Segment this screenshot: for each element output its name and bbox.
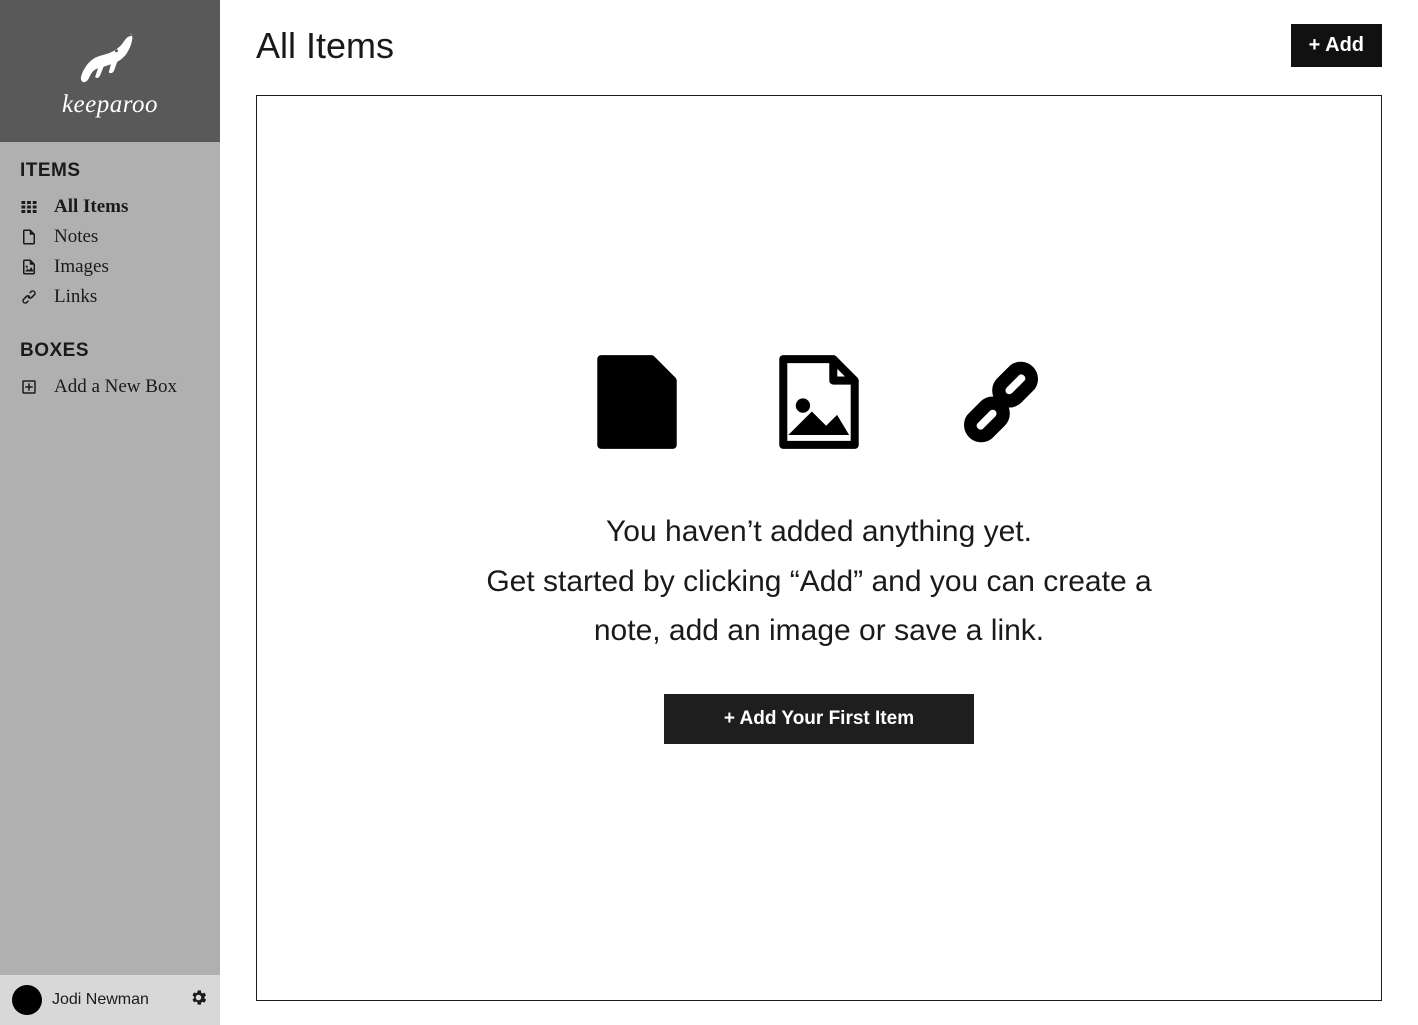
page-title: All Items — [256, 25, 394, 67]
image-file-icon — [773, 352, 865, 452]
grid-icon — [20, 198, 38, 216]
logo-area: keeparoo — [0, 0, 220, 142]
plus-square-icon — [20, 378, 38, 396]
main: All Items + Add You haven’t added anythi — [220, 0, 1418, 1025]
user-name: Jodi Newman — [52, 991, 179, 1009]
nav-boxes-header: BOXES — [20, 340, 200, 362]
file-icon — [20, 228, 38, 246]
image-icon — [20, 258, 38, 276]
empty-icons — [591, 352, 1047, 452]
empty-message: You haven’t added anything yet. Get star… — [459, 507, 1179, 656]
sidebar: keeparoo ITEMS All Items Notes Images — [0, 0, 220, 1025]
brand-logo[interactable]: keeparoo — [62, 23, 158, 119]
avatar[interactable] — [12, 985, 42, 1015]
kangaroo-icon — [70, 23, 150, 88]
sidebar-item-label: Notes — [54, 226, 98, 248]
empty-line-1: You haven’t added anything yet. — [459, 507, 1179, 557]
sidebar-item-label: Add a New Box — [54, 376, 177, 398]
empty-line-2: Get started by clicking “Add” and you ca… — [459, 557, 1179, 656]
add-button[interactable]: + Add — [1291, 24, 1382, 67]
sidebar-item-notes[interactable]: Notes — [20, 222, 200, 252]
sidebar-item-label: Links — [54, 286, 97, 308]
add-first-item-button[interactable]: + Add Your First Item — [664, 694, 974, 744]
sidebar-spacer — [0, 412, 220, 975]
sidebar-item-label: All Items — [54, 196, 128, 218]
file-outline-icon — [591, 352, 683, 452]
empty-state: You haven’t added anything yet. Get star… — [256, 95, 1382, 1001]
header: All Items + Add — [256, 24, 1382, 67]
nav-items-header: ITEMS — [20, 160, 200, 182]
nav-boxes-section: BOXES Add a New Box — [0, 322, 220, 412]
gear-icon[interactable] — [189, 988, 208, 1012]
brand-name: keeparoo — [62, 91, 158, 119]
nav-items-section: ITEMS All Items Notes Images Links — [0, 142, 220, 322]
link-icon — [20, 288, 38, 306]
sidebar-item-images[interactable]: Images — [20, 252, 200, 282]
user-bar: Jodi Newman — [0, 975, 220, 1025]
sidebar-item-add-box[interactable]: Add a New Box — [20, 372, 200, 402]
sidebar-item-links[interactable]: Links — [20, 282, 200, 312]
sidebar-item-all-items[interactable]: All Items — [20, 192, 200, 222]
chain-link-icon — [955, 352, 1047, 452]
sidebar-item-label: Images — [54, 256, 109, 278]
